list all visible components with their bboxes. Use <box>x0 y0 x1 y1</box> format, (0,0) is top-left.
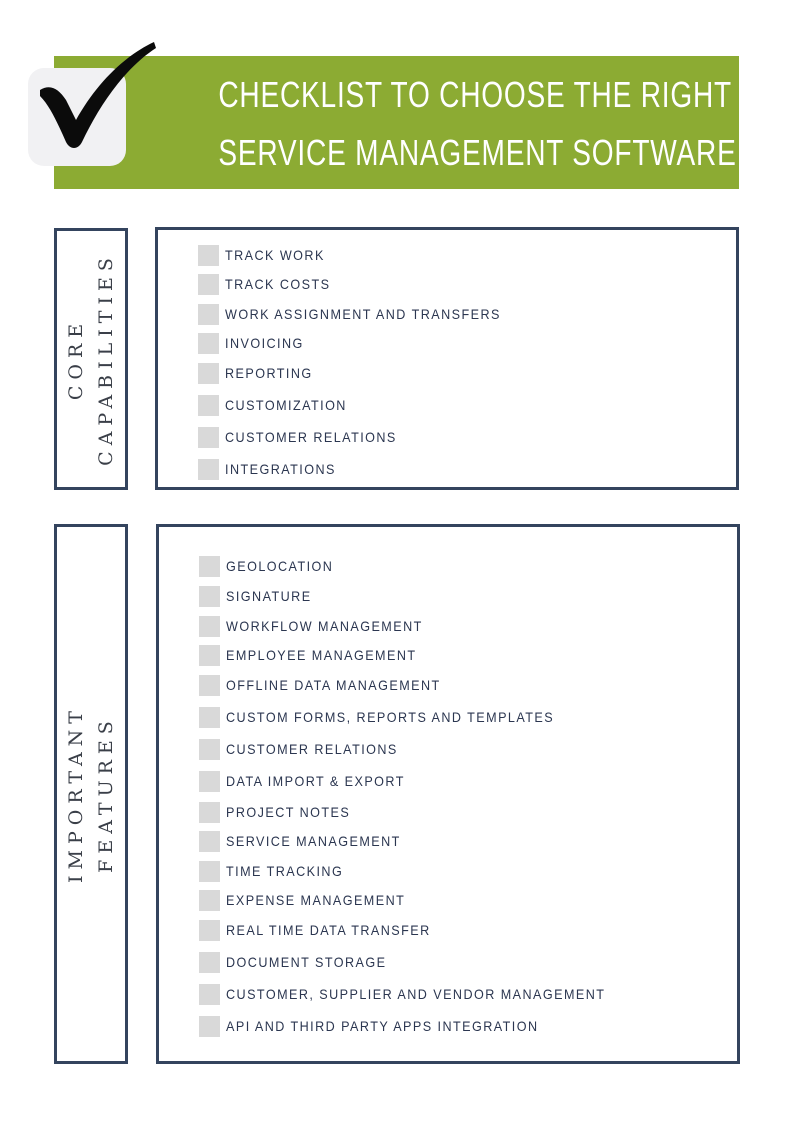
checklist-item-label: CUSTOMER, SUPPLIER AND VENDOR MANAGEMENT <box>226 986 606 1002</box>
checkbox[interactable] <box>199 555 220 577</box>
checkbox[interactable] <box>198 332 219 354</box>
checklist-item[interactable]: DOCUMENT STORAGE <box>199 951 404 973</box>
section-label-line-1: IMPORTANT <box>65 705 87 883</box>
checklist-item[interactable]: INVOICING <box>198 332 313 354</box>
checkbox[interactable] <box>199 615 220 637</box>
checklist-important-features: GEOLOCATION SIGNATURE WORKFLOW MANAGEMENT E… <box>156 524 740 1064</box>
checkbox[interactable] <box>199 770 220 792</box>
checkbox[interactable] <box>199 801 220 823</box>
checkbox[interactable] <box>199 738 220 760</box>
checklist-core-capabilities: TRACK WORK TRACK COSTS WORK ASSIGNMENT AND… <box>155 227 739 490</box>
checklist-item-label: EMPLOYEE MANAGEMENT <box>226 647 417 663</box>
checkbox[interactable] <box>199 830 220 852</box>
checklist-item-label: SIGNATURE <box>226 588 312 604</box>
section-label-box-important-features: IMPORTANT FEATURES <box>54 524 128 1064</box>
checklist-item-label: INTEGRATIONS <box>225 461 336 477</box>
checklist-item-label: CUSTOMIZATION <box>225 397 347 413</box>
checklist-item[interactable]: REPORTING <box>198 362 322 384</box>
checkbox[interactable] <box>198 426 219 448</box>
checklist-item[interactable]: SIGNATURE <box>199 585 321 607</box>
checklist-item[interactable]: CUSTOMER RELATIONS <box>199 738 417 760</box>
title-line-1: CHECKLIST TO CHOOSE THE RIGHT FIELD <box>218 74 794 115</box>
checklist-item-label: CUSTOM FORMS, REPORTS AND TEMPLATES <box>226 709 555 725</box>
checkbox[interactable] <box>199 951 220 973</box>
checklist-item-label: API AND THIRD PARTY APPS INTEGRATION <box>226 1018 539 1034</box>
checklist-item[interactable]: OFFLINE DATA MANAGEMENT <box>199 674 465 696</box>
page-title: CHECKLIST TO CHOOSE THE RIGHT FIELD SERV… <box>218 66 794 182</box>
checkbox[interactable] <box>198 244 219 266</box>
section-label-core-capabilities: CORE CAPABILITIES <box>61 252 121 466</box>
section-label-line-2: FEATURES <box>95 715 117 873</box>
section-label-box-core-capabilities: CORE CAPABILITIES <box>54 228 128 490</box>
checkbox[interactable] <box>198 273 219 295</box>
checklist-item-label: TRACK COSTS <box>225 276 331 292</box>
section-label-line-2: CAPABILITIES <box>95 252 117 466</box>
checklist-item[interactable]: DATA IMPORT & EXPORT <box>199 770 425 792</box>
checkbox[interactable] <box>199 706 220 728</box>
checklist-item-label: EXPENSE MANAGEMENT <box>226 892 406 908</box>
checklist-item[interactable]: PROJECT NOTES <box>199 801 364 823</box>
checkbox[interactable] <box>198 394 219 416</box>
checklist-item-label: OFFLINE DATA MANAGEMENT <box>226 677 441 693</box>
checklist-item[interactable]: TRACK WORK <box>198 244 336 266</box>
checklist-item[interactable]: EXPENSE MANAGEMENT <box>199 889 425 911</box>
checklist-item-label: REAL TIME DATA TRANSFER <box>226 922 431 938</box>
checklist-item-label: GEOLOCATION <box>226 558 334 574</box>
checkbox[interactable] <box>198 458 219 480</box>
checklist-item[interactable]: REAL TIME DATA TRANSFER <box>199 919 453 941</box>
checkbox[interactable] <box>199 919 220 941</box>
checklist-item[interactable]: GEOLOCATION <box>199 555 345 577</box>
checkbox[interactable] <box>199 1015 220 1037</box>
checklist-item-label: CUSTOMER RELATIONS <box>225 429 397 445</box>
checklist-item[interactable]: INTEGRATIONS <box>198 458 348 480</box>
checklist-item-label: TIME TRACKING <box>226 863 344 879</box>
checklist-item-label: SERVICE MANAGEMENT <box>226 833 401 849</box>
checklist-item[interactable]: CUSTOMIZATION <box>198 394 360 416</box>
checklist-item[interactable]: WORKFLOW MANAGEMENT <box>199 615 445 637</box>
checklist-item[interactable]: TRACK COSTS <box>198 273 342 295</box>
checkbox[interactable] <box>199 674 220 696</box>
checkbox[interactable] <box>199 585 220 607</box>
checklist-item-label: DATA IMPORT & EXPORT <box>226 773 405 789</box>
checkmark-icon <box>40 42 156 148</box>
checklist-item[interactable]: TIME TRACKING <box>199 860 356 882</box>
checkbox[interactable] <box>199 983 220 1005</box>
section-label-line-1: CORE <box>65 317 87 401</box>
checklist-item[interactable]: SERVICE MANAGEMENT <box>199 830 420 852</box>
checkbox[interactable] <box>198 303 219 325</box>
checklist-item[interactable]: CUSTOMER, SUPPLIER AND VENDOR MANAGEMENT <box>199 983 648 1005</box>
checklist-item[interactable]: WORK ASSIGNMENT AND TRANSFERS <box>198 303 531 325</box>
checklist-item-label: INVOICING <box>225 335 304 351</box>
checklist-item-label: WORKFLOW MANAGEMENT <box>226 618 423 634</box>
checklist-item-label: DOCUMENT STORAGE <box>226 954 387 970</box>
checklist-item[interactable]: EMPLOYEE MANAGEMENT <box>199 644 438 666</box>
checkbox[interactable] <box>198 362 219 384</box>
title-line-2: SERVICE MANAGEMENT SOFTWARE <box>218 132 737 173</box>
checkbox[interactable] <box>199 644 220 666</box>
checklist-item-label: CUSTOMER RELATIONS <box>226 741 398 757</box>
checklist-item-label: WORK ASSIGNMENT AND TRANSFERS <box>225 306 501 322</box>
checklist-item[interactable]: API AND THIRD PARTY APPS INTEGRATION <box>199 1015 573 1037</box>
checklist-item-label: PROJECT NOTES <box>226 804 351 820</box>
checkbox[interactable] <box>199 860 220 882</box>
checklist-item-label: REPORTING <box>225 365 313 381</box>
checklist-item[interactable]: CUSTOMER RELATIONS <box>198 426 416 448</box>
checkbox[interactable] <box>199 889 220 911</box>
section-label-important-features: IMPORTANT FEATURES <box>61 705 121 883</box>
checklist-item[interactable]: CUSTOM FORMS, REPORTS AND TEMPLATES <box>199 706 591 728</box>
checklist-item-label: TRACK WORK <box>225 247 325 263</box>
